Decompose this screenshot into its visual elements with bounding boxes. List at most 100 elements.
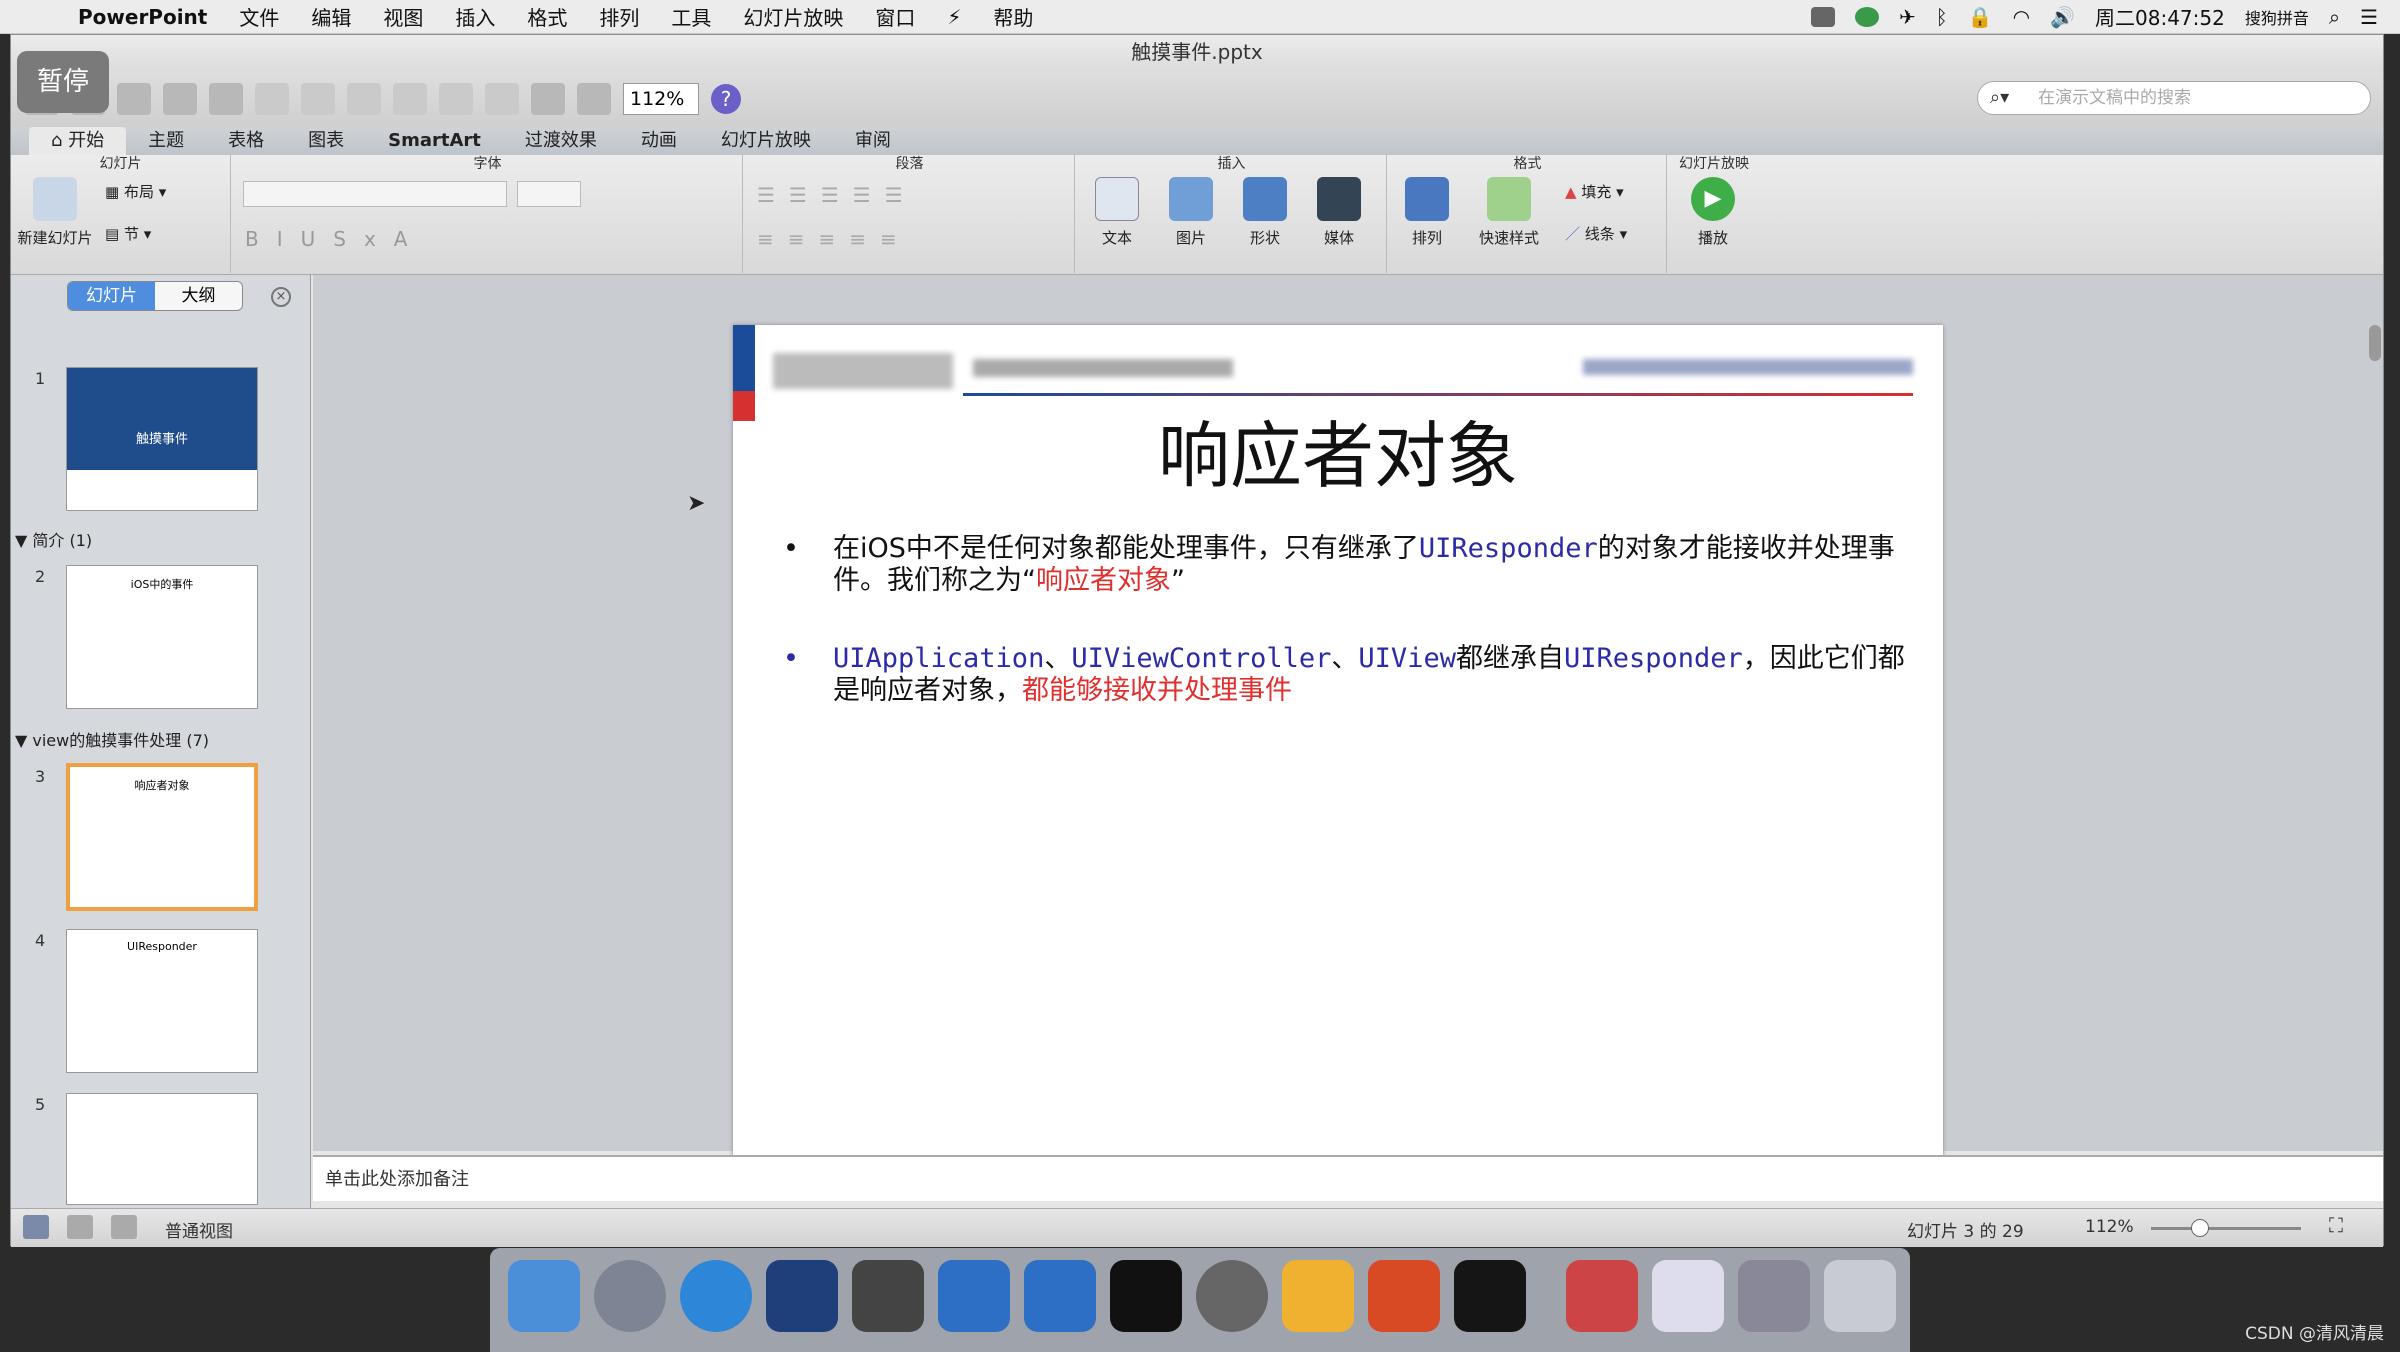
undo-icon[interactable] [439,83,473,115]
instruments-icon[interactable] [1024,1260,1096,1332]
screen-share-icon[interactable] [1738,1260,1810,1332]
plane-icon[interactable]: ✈ [1899,5,1916,29]
notes-pane[interactable]: 单击此处添加备注 [313,1155,2383,1201]
camera-icon[interactable] [1810,6,1835,27]
document-icon[interactable] [1652,1260,1724,1332]
arrange-button[interactable]: 排列 [1395,177,1459,248]
launchpad-icon[interactable] [594,1260,666,1332]
font-size-select[interactable] [517,181,581,207]
powerpoint-icon[interactable] [1368,1260,1440,1332]
close-panel-icon[interactable]: × [271,287,291,307]
movie-app-icon[interactable] [852,1260,924,1332]
menu-file[interactable]: 文件 [239,2,279,31]
paste-icon[interactable] [347,83,381,115]
spotlight-icon[interactable]: ⌕ [2329,5,2340,29]
slide-thumbnail-1[interactable]: 触摸事件 [66,367,258,511]
tab-animations[interactable]: 动画 [619,127,699,155]
section-button[interactable]: ▤ 节 ▾ [105,223,151,244]
insert-text-button[interactable]: 文本 [1085,177,1149,248]
search-input[interactable]: ⌕▾ 在演示文稿中的搜索 [1977,81,2371,115]
align-buttons[interactable]: ≡≡≡≡≡ [757,227,911,251]
menu-format[interactable]: 格式 [527,2,567,31]
tab-themes[interactable]: 主题 [126,127,206,155]
tab-transitions[interactable]: 过渡效果 [503,127,619,155]
mouse-app-icon[interactable] [766,1260,838,1332]
pause-button[interactable]: 暂停 [17,51,109,113]
print-icon[interactable] [209,83,243,115]
slide-title[interactable]: 响应者对象 [733,397,1943,502]
help-button[interactable]: ? [711,84,741,114]
tab-home[interactable]: ⌂ 开始 [29,127,127,155]
clock-text[interactable]: 周二08:47:52 [2095,2,2225,31]
trash-icon[interactable] [1824,1260,1896,1332]
menu-app-name[interactable]: PowerPoint [78,5,207,29]
sorter-view-icon[interactable] [67,1215,93,1239]
section-intro[interactable]: ▼ 简介 (1) [15,527,92,551]
slide-thumbnail-4[interactable]: UIResponder [66,929,258,1073]
menu-arrange[interactable]: 排列 [599,2,639,31]
quick-styles-button[interactable]: 快速样式 [1469,177,1549,248]
sketch-icon[interactable] [1282,1260,1354,1332]
vertical-scrollbar[interactable] [2369,325,2381,361]
tab-outline[interactable]: 大纲 [155,282,242,310]
menu-tools[interactable]: 工具 [671,2,711,31]
script-icon[interactable]: ⚡ [947,5,961,29]
insert-media-button[interactable]: 媒体 [1307,177,1371,248]
volume-icon[interactable]: 🔊 [2050,5,2075,29]
system-preferences-icon[interactable] [1196,1260,1268,1332]
fit-window-icon[interactable]: ⛶ [2329,1213,2343,1237]
terminal-icon[interactable] [1110,1260,1182,1332]
normal-view-icon[interactable] [23,1215,49,1239]
font-style-buttons[interactable]: BIUSxA [245,227,425,251]
bluetooth-icon[interactable]: ᛒ [1936,5,1948,29]
zoom-slider-knob[interactable] [2191,1219,2209,1237]
console-icon[interactable] [1454,1260,1526,1332]
sync-icon[interactable] [1854,6,1879,27]
media-player-icon[interactable] [1566,1260,1638,1332]
notification-icon[interactable]: ☰ [2360,5,2378,29]
safari-icon[interactable] [680,1260,752,1332]
tab-slideshow[interactable]: 幻灯片放映 [699,127,833,155]
xcode-icon[interactable] [938,1260,1010,1332]
slide-thumbnail-2[interactable]: iOS中的事件 [66,565,258,709]
tab-charts[interactable]: 图表 [286,127,366,155]
cut-icon[interactable] [255,83,289,115]
insert-shape-button[interactable]: 形状 [1233,177,1297,248]
tab-review[interactable]: 审阅 [833,127,913,155]
format-painter-icon[interactable] [393,83,427,115]
menu-help[interactable]: 帮助 [993,2,1033,31]
play-button[interactable]: ▶ 播放 [1683,177,1743,248]
list-buttons[interactable]: ☰☰☰☰☰ [757,183,917,207]
menu-edit[interactable]: 编辑 [311,2,351,31]
tab-smartart[interactable]: SmartArt [366,127,503,155]
menu-view[interactable]: 视图 [383,2,423,31]
new-slide-button[interactable]: 新建幻灯片 [15,177,95,248]
wifi-icon[interactable]: ◠ [2013,5,2030,29]
layout-button[interactable]: ▦ 布局 ▾ [105,181,166,202]
menu-window[interactable]: 窗口 [875,2,915,31]
section-view-touch[interactable]: ▼ view的触摸事件处理 (7) [15,727,209,751]
zoom-slider[interactable] [2151,1227,2301,1230]
save-icon[interactable] [163,83,197,115]
slide-thumbnail-5[interactable] [66,1093,258,1205]
presenter-view-icon[interactable] [111,1215,137,1239]
sidebar-toggle-icon[interactable] [531,83,565,115]
current-slide[interactable]: 响应者对象 • 在iOS中不是任何对象都能处理事件，只有继承了UIRespond… [733,325,1943,1195]
tab-tables[interactable]: 表格 [206,127,286,155]
font-name-select[interactable] [243,181,507,207]
zoom-select[interactable]: 112% [623,83,699,115]
copy-icon[interactable] [301,83,335,115]
menu-slideshow[interactable]: 幻灯片放映 [743,2,843,31]
fill-button[interactable]: ▲ 填充 ▾ [1565,181,1624,202]
menu-insert[interactable]: 插入 [455,2,495,31]
finder-icon[interactable] [508,1260,580,1332]
insert-picture-button[interactable]: 图片 [1159,177,1223,248]
redo-icon[interactable] [485,83,519,115]
line-button[interactable]: ／ 线条 ▾ [1565,223,1627,244]
gallery-icon[interactable] [577,83,611,115]
ime-label[interactable]: 搜狗拼音 [2245,5,2309,29]
slide-thumbnail-3[interactable]: 响应者对象 [66,763,258,911]
open-icon[interactable] [117,83,151,115]
lock-icon[interactable]: 🔒 [1968,5,1993,29]
tab-slides[interactable]: 幻灯片 [68,282,155,310]
